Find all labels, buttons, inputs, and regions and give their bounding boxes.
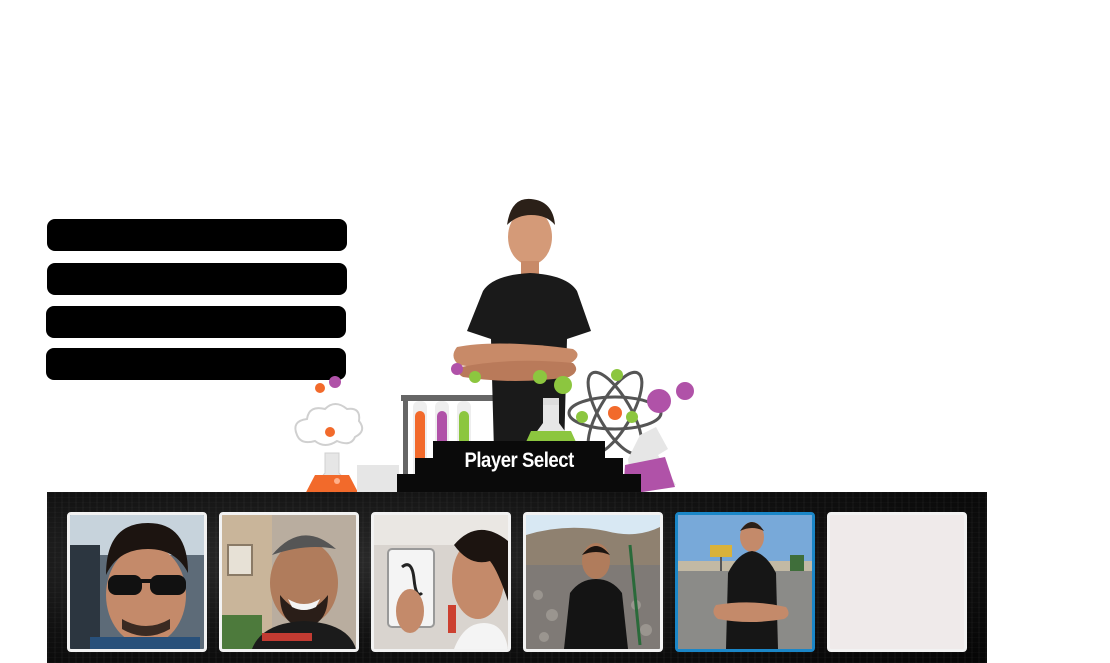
character-slot-4[interactable] xyxy=(523,512,663,652)
title-plate: Player Select xyxy=(433,441,605,481)
portrait-laughing-man xyxy=(222,515,356,649)
character-slot-2[interactable] xyxy=(219,512,359,652)
portrait-wetsuit-man xyxy=(526,515,660,649)
smoke-cloud-icon xyxy=(294,403,364,446)
character-slot-5[interactable] xyxy=(675,512,815,652)
character-slot-6-empty[interactable] xyxy=(827,512,967,652)
page-title: Player Select xyxy=(464,449,574,472)
portrait-arms-crossed-man xyxy=(678,515,812,649)
character-roster xyxy=(47,492,987,663)
portrait-sunglasses-man xyxy=(70,515,204,649)
character-slot-3[interactable] xyxy=(371,512,511,652)
character-slot-1[interactable] xyxy=(67,512,207,652)
portrait-tablet-man xyxy=(374,515,508,649)
